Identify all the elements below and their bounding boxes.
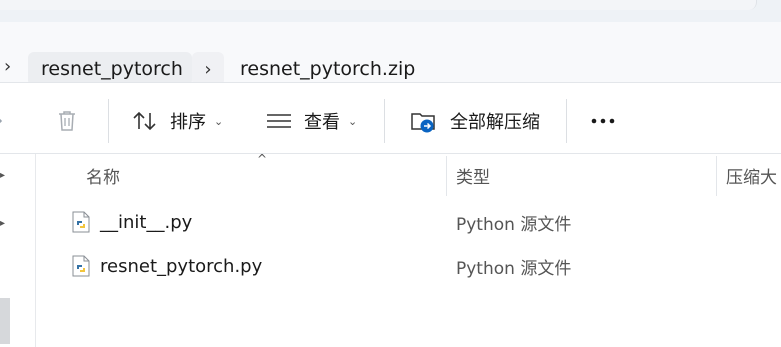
file-list-area: ▸ ▸ ^ 名称 类型 压缩大 __init__.py Python 源文件 r… [0, 152, 781, 347]
column-divider[interactable] [716, 156, 717, 196]
extract-folder-icon [411, 113, 435, 133]
file-type: Python 源文件 [456, 258, 572, 279]
address-bar: › resnet_pytorch › resnet_pytorch.zip [0, 22, 781, 86]
list-item[interactable]: __init__.py Python 源文件 [60, 200, 781, 244]
sort-ascending-icon: ^ [257, 152, 268, 166]
share-button[interactable] [0, 103, 8, 139]
sort-icon [133, 111, 156, 131]
chevron-right-icon[interactable]: › [4, 58, 11, 76]
sort-button[interactable]: 排序 ⌄ [132, 103, 223, 139]
expand-arrow-icon[interactable]: ▸ [0, 171, 8, 181]
extract-all-label: 全部解压缩 [450, 112, 540, 133]
command-bar: 排序 ⌄ 查看 ⌄ 全部解压缩 [0, 82, 781, 154]
extract-all-button[interactable]: 全部解压缩 [410, 103, 540, 139]
view-list-icon [267, 114, 291, 128]
list-item[interactable]: resnet_pytorch.py Python 源文件 [60, 244, 781, 288]
toolbar-divider [108, 99, 109, 143]
chevron-down-icon: ⌄ [348, 114, 358, 128]
tab-edge [0, 0, 757, 10]
chevron-right-icon: › [204, 58, 212, 80]
column-header-label: 名称 [86, 167, 120, 188]
title-bar [0, 0, 781, 22]
file-name: __init__.py [100, 211, 193, 233]
column-divider[interactable] [446, 156, 447, 196]
share-icon [0, 118, 3, 124]
delete-button[interactable] [56, 103, 78, 139]
toolbar-divider [566, 99, 567, 143]
column-header-label: 类型 [456, 167, 490, 188]
breadcrumb-chevron-button[interactable]: › [192, 52, 224, 86]
view-label: 查看 [304, 112, 340, 133]
column-header-type[interactable]: 类型 [456, 154, 490, 196]
more-horizontal-icon [591, 118, 615, 124]
trash-icon [59, 111, 75, 131]
column-header-name[interactable]: 名称 [86, 154, 120, 196]
breadcrumb-label: resnet_pytorch.zip [240, 58, 416, 80]
python-file-icon [72, 255, 90, 277]
expand-arrow-icon[interactable]: ▸ [0, 219, 8, 229]
breadcrumb-item-folder[interactable]: resnet_pytorch [28, 52, 192, 86]
navigation-pane: ▸ ▸ [0, 154, 36, 347]
sort-label: 排序 [170, 112, 206, 133]
toolbar-divider [384, 99, 385, 143]
column-header-label: 压缩大 [726, 167, 777, 188]
column-header-compressed-size[interactable]: 压缩大 [726, 154, 781, 196]
python-file-icon [72, 211, 90, 233]
file-type: Python 源文件 [456, 214, 572, 235]
file-name: resnet_pytorch.py [100, 255, 263, 277]
more-options-button[interactable] [590, 103, 618, 139]
scrollbar-thumb[interactable] [0, 298, 10, 344]
breadcrumb-label: resnet_pytorch [41, 58, 183, 80]
view-button[interactable]: 查看 ⌄ [266, 103, 357, 139]
breadcrumb-item-zip[interactable]: resnet_pytorch.zip [240, 52, 480, 86]
chevron-down-icon: ⌄ [214, 114, 224, 128]
